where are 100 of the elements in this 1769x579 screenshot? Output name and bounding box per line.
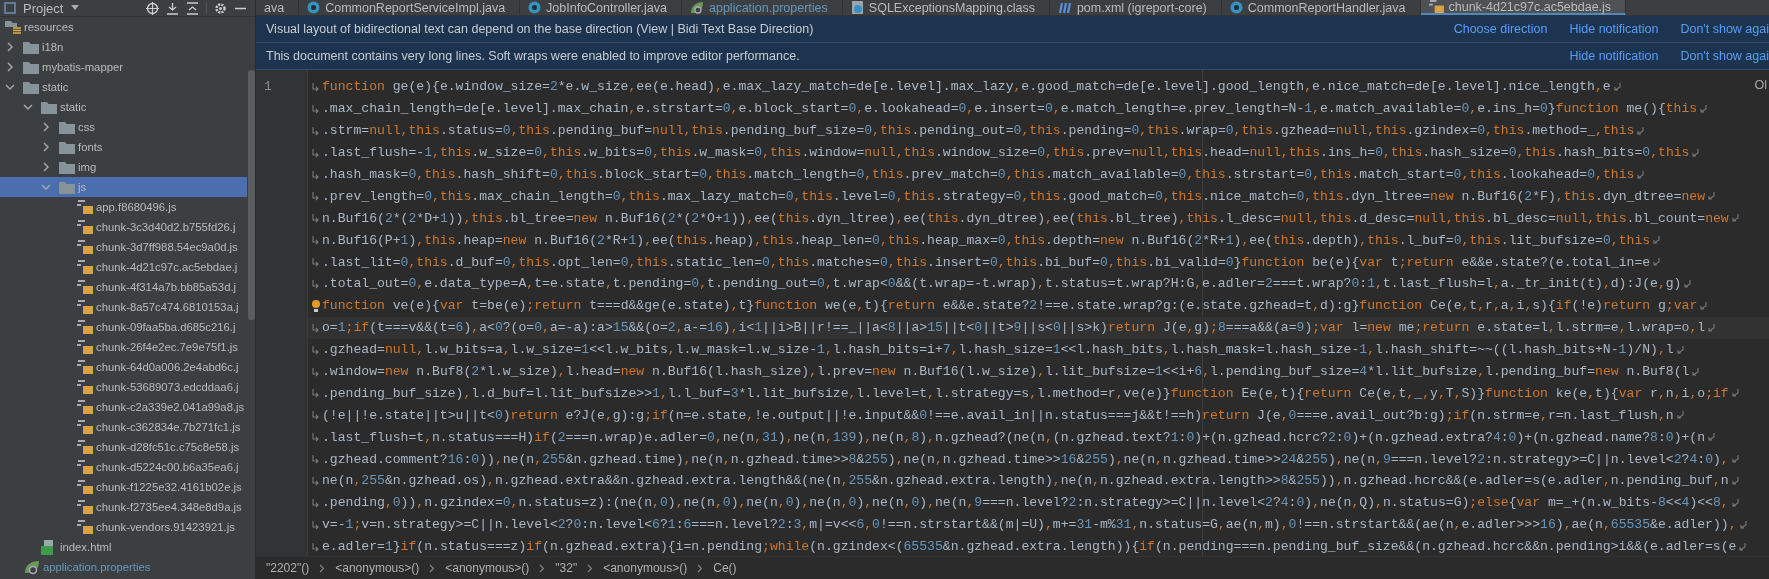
code-line: function ge(e){e.window_size=2*e.w_size,ee(e.head),e.max_lazy_match=de[e.level].max_lazy,e.good_match=de[e.level].good_length,e.nice_match=de[e.level].nice_length,e <box>322 79 1611 95</box>
item-label: chunk-c2a339e2.041a99a8.js <box>96 401 245 413</box>
tree-item[interactable]: chunk-64d0a006.2e4abd6c.j <box>0 357 247 377</box>
item-label: i18n <box>42 41 64 53</box>
breadcrumb-item[interactable]: "32" <box>555 561 578 575</box>
item-label: chunk-26f4e2ec.7e9e75f1.js <box>96 341 238 353</box>
tree-item[interactable]: app.f8680496.js <box>0 197 247 217</box>
item-label: chunk-3c3d40d2.b755fd26.j <box>96 221 236 233</box>
code-line: .last_flush=-1,this.w_size=0,this.w_bits=0,this.w_mask=0,this.window=null,this.window_size=0,this.prev=null,this.head=null,this.ins_h=0,this.hash_size=0,this.hash_bits=0,this <box>322 145 1690 161</box>
item-label: chunk-f1225e32.4161b02e.js <box>96 481 242 493</box>
tree-item[interactable]: static <box>0 97 247 117</box>
item-label: img <box>78 161 97 173</box>
code-line: .hash_mask=0,this.hash_shift=0,this.block_start=0,this.match_length=0,this.prev_match=0,this.match_available=0,this.strstart=0,this.match_start=0,this.lookahead=0,this <box>322 167 1635 182</box>
item-label: fonts <box>78 141 103 153</box>
item-label: chunk-c362834e.7b271fc1.js <box>96 421 241 433</box>
code-line: n.Buf16(P+1),this.heap=new n.Buf16(2*R+1),ee(this.heap),this.heap_len=0,this.heap_max=0,this.depth=new n.Buf16(2*R+1),ee(this.depth),this.l_buf=0,this.lit_bufsize=0,this <box>322 232 1651 248</box>
notification-link[interactable]: Choose direction <box>1453 22 1548 36</box>
item-label: chunk-d28fc51c.c75c8e58.js <box>96 441 240 453</box>
tree-item[interactable]: chunk-4f314a7b.bb85a53d.j <box>0 277 247 297</box>
tree-item[interactable]: chunk-vendors.91423921.js <box>0 517 247 537</box>
code-line: .strm=null,this.status=0,this.pending_buf=null,this.pending_buf_size=0,this.pending_out=0,this.pending=0,this.wrap=0,this.gzhead=null,this.gzindex=0,this.method=_,this <box>322 123 1635 139</box>
tree-item[interactable]: chunk-d5224c00.b6a35ea6.j <box>0 457 247 477</box>
code-line: v=-1;v=n.strategy>=C||n.level<2?0:n.level<6?1:6===n.level?2:3,m|=v<<6,0!==n.strstart&&(m|=U),m+=31-m%31,n.status=G,ae(n,m),0!==n.strstart&&(ae(n,e.adler>>>16),ae(n,65535&e.adler)), <box>322 517 1737 533</box>
tree-item[interactable]: chunk-f1225e32.4161b02e.js <box>0 477 247 497</box>
item-label: chunk-3d7ff988.54ec9a0d.js <box>96 241 238 253</box>
code-line: .pending,0)),n.gzindex=0,n.status=z):(ne(n,0),ne(n,0),ne(n,0),ne(n,0),ne(n,0),ne(n,9===n.level?2:n.strategy>=C||n.level<2?4:0),ne(n,Q),n.status=G);else{var m=_+(n.w_bits-8<<4)<<8, <box>322 495 1729 511</box>
tree-item[interactable]: chunk-4d21c97c.ac5ebdae.j <box>0 257 247 277</box>
code-line: .pending_buf_size),l.d_buf=l.lit_bufsize>>1,l.l_buf=3*l.lit_bufsize,l.level=t,l.strategy=s,l.method=r,ve(e)}function Ee(e,t){return Ce(e,t,_,y,T,S)}function ke(e,t){var r,n,i,o;if <box>322 385 1729 401</box>
item-label: resources <box>24 21 74 33</box>
code-line: e.adler=1}if(n.status===z)if(n.gzhead.extra){i=n.pending;while(n.gzindex<(65535&n.gzhead.extra.length)){if(n.pending===n.pending_buf_size&&(n.gzhead.hcrc&&n.pending>i&&(e.adler=s(e <box>322 539 1737 555</box>
code-line: (!e||!e.state||t>u||t<0)return e?J(e,g):g;if(n=e.state,!e.output||!e.input&&0!==e.avail_in||n.status===j&&t!==h)return J(e,0===e.avail_out?b:g);if(n.strm=e,r=n.last_flush,n <box>322 407 1674 423</box>
item-label: chunk-4f314a7b.bb85a53d.j <box>96 281 237 293</box>
item-label: app.f8680496.js <box>96 201 177 213</box>
breadcrumb-item[interactable]: Ce() <box>713 561 737 575</box>
tree-item[interactable]: chunk-3d7ff988.54ec9a0d.js <box>0 237 247 257</box>
editor-tab[interactable]: pom.xml (igreport-core) <box>1049 0 1222 15</box>
code-line: .gzhead=null,l.w_bits=a,l.w_size=1<<l.w_bits,l.w_mask=l.w_size-1,l.hash_bits=i+7,l.hash_size=1<<l.hash_bits,l.hash_mask=l.hash_size-1,l.hash_shift=~~((l.hash_bits+N-1)/N),l <box>322 342 1674 358</box>
tree-item[interactable]: mybatis-mapper <box>0 57 247 77</box>
item-label: js <box>78 181 87 193</box>
item-label: chunk-d5224c00.b6a35ea6.j <box>96 461 239 473</box>
item-label: chunk-4d21c97c.ac5ebdae.j <box>96 261 238 273</box>
code-line: o=1;if(t===v&&(t=6),a<0?(o=0,a=-a):a>15&&(o=2,a-=16),i<1||i>B||r!==_||a<8||a>15||t<0||t>9||s<0||s>k)return J(e,g);8===a&&(a=9);var l=new me;return e.state=l,l.strm=e,l.wrap=o,l <box>322 320 1706 336</box>
panel-title[interactable]: Project <box>23 0 64 16</box>
notification-link[interactable]: Hide notification <box>1569 22 1659 36</box>
item-label: static <box>60 101 87 113</box>
item-label: index.html <box>60 541 112 553</box>
tree-item[interactable]: chunk-c362834e.7b271fc1.js <box>0 417 247 437</box>
tree-item[interactable]: chunk-09faa5ba.d685c216.j <box>0 317 247 337</box>
tree-item[interactable]: static <box>0 77 247 97</box>
tree-item[interactable]: chunk-8a57c474.6810153a.j <box>0 297 247 317</box>
tree-item[interactable]: chunk-53689073.edcddaa6.j <box>0 377 247 397</box>
editor-tab[interactable]: CommonReportServiceImpl.java <box>299 0 521 15</box>
tree-item[interactable]: img <box>0 157 247 177</box>
tree-item[interactable]: chunk-c2a339e2.041a99a8.js <box>0 397 247 417</box>
code-line: .max_chain_length=de[e.level].max_chain,e.strstart=0,e.block_start=0,e.lookahead=0,e.insert=0,e.match_length=e.prev_length=N-1,e.match_available=0,e.ins_h=0}function me(){this <box>322 101 1698 117</box>
tree-item[interactable]: application.properties <box>0 557 247 577</box>
item-label: chunk-f2735ee4.348e8d9a.js <box>96 501 242 513</box>
tree-item[interactable]: chunk-f2735ee4.348e8d9a.js <box>0 497 247 517</box>
breadcrumb-item[interactable]: "2202"() <box>266 561 310 575</box>
notification-text: Visual layout of bidirectional text can depend on the base direction (View | Bidi Text Base Direction) <box>266 22 814 36</box>
item-label: chunk-53689073.edcddaa6.j <box>96 381 239 393</box>
tree-item[interactable]: resources <box>0 17 247 37</box>
item-label: css <box>78 121 95 133</box>
code-line: .total_out=0,e.data_type=A,t=e.state,t.pending=0,t.pending_out=0,t.wrap<0&&(t.wrap=-t.wrap),t.status=t.wrap?H:G,e.adler=2===t.wrap?0:1,t.last_flush=l,a._tr_init(t),d):J(e,g) <box>322 276 1682 292</box>
tree-item[interactable]: fonts <box>0 137 247 157</box>
editor-tab[interactable]: CommonReportHandler.java <box>1221 0 1421 15</box>
notification-link[interactable]: Hide notification <box>1569 49 1659 63</box>
editor-tab[interactable]: chunk-4d21c97c.ac5ebdae.js <box>1420 0 1627 15</box>
breadcrumb-item[interactable]: <anonymous>() <box>603 561 688 575</box>
tree-item[interactable]: i18n <box>0 37 247 57</box>
breadcrumb-item[interactable]: <anonymous>() <box>335 561 420 575</box>
code-line: .gzhead.comment?16:0)),ne(n,255&n.gzhead.time),ne(n,n.gzhead.time>>8&255),ne(n,n.gzhead.time>>16&255),ne(n,n.gzhead.time>>24&255),ne(n,9===n.level?2:n.strategy>=C||n.level<2?4:0), <box>322 451 1729 467</box>
notification-link[interactable]: Don't show agai <box>1680 49 1769 63</box>
item-label: chunk-vendors.91423921.js <box>96 521 235 533</box>
code-line: .last_lit=0,this.d_buf=0,this.opt_len=0,this.static_len=0,this.matches=0,this.insert=0,this.bi_buf=0,this.bi_valid=0}function be(e){var t;return e&&e.state?(e.total_in=e <box>322 254 1651 270</box>
line-number: 1 <box>264 79 272 94</box>
notification-link[interactable]: Don't show agai <box>1680 22 1769 36</box>
breadcrumb-item[interactable]: <anonymous>() <box>445 561 530 575</box>
code-line: ne(n,255&n.gzhead.os),n.gzhead.extra&&n.gzhead.extra.length&&(ne(n,255&n.gzhead.extra.length),ne(n,n.gzhead.extra.length>>8&255)),n.gzhead.hcrc&&(e.adler=s(e.adler,n.pending_buf,n <box>322 473 1729 489</box>
editor-tab[interactable]: JobInfoController.java <box>520 0 682 15</box>
tree-item[interactable]: css <box>0 117 247 137</box>
item-label: chunk-64d0a006.2e4abd6c.j <box>96 361 239 373</box>
editor-tab[interactable]: ava <box>256 0 300 15</box>
item-label: chunk-09faa5ba.d685c216.j <box>96 321 236 333</box>
code-line: function ve(e){var t=be(e);return t===d&&ge(e.state),t}function we(e,t){return e&&e.state?2!==e.state.wrap?g:(e.state.gzhead=t,d):g}function Ce(e,t,r,a,i,s){if(!e)return g;var <box>322 298 1698 314</box>
tree-item[interactable]: chunk-3c3d40d2.b755fd26.j <box>0 217 247 237</box>
item-label: chunk-8a57c474.6810153a.j <box>96 301 239 313</box>
status-indicator[interactable]: Ol <box>1754 78 1767 92</box>
notification-text: This document contains very long lines. Soft wraps were enabled to improve editor performance. <box>266 49 800 63</box>
editor-tab[interactable]: SQLExceptionsMapping.class <box>842 0 1050 15</box>
tree-item[interactable]: index.html <box>0 537 247 557</box>
item-label: static <box>42 81 69 93</box>
item-label: application.properties <box>43 561 151 573</box>
item-label: mybatis-mapper <box>42 61 123 73</box>
code-line: n.Buf16(2*(2*D+1)),this.bl_tree=new n.Buf16(2*(2*O+1)),ee(this.dyn_ltree),ee(this.dyn_dtree),ee(this.bl_tree),this.l_desc=null,this.d_desc=null,this.bl_desc=null,this.bl_count=new <box>322 210 1729 226</box>
editor-tab[interactable]: application.properties <box>682 0 843 15</box>
code-line: .prev_length=0,this.max_chain_length=0,this.max_lazy_match=0,this.level=0,this.strategy=0,this.good_match=0,this.nice_match=0,this.dyn_ltree=new n.Buf16(2*F),this.dyn_dtree=new <box>322 188 1706 204</box>
tree-item[interactable]: chunk-d28fc51c.c75c8e58.js <box>0 437 247 457</box>
tree-item[interactable]: chunk-26f4e2ec.7e9e75f1.js <box>0 337 247 357</box>
code-line: .last_flush=t,n.status===H)if(2===n.wrap)e.adler=0,ne(n,31),ne(n,139),ne(n,8),n.gzhead?(ne(n,(n.gzhead.text?1:0)+(n.gzhead.hcrc?2:0)+(n.gzhead.extra?4:0)+(n.gzhead.name?8:0)+(n <box>322 429 1706 445</box>
